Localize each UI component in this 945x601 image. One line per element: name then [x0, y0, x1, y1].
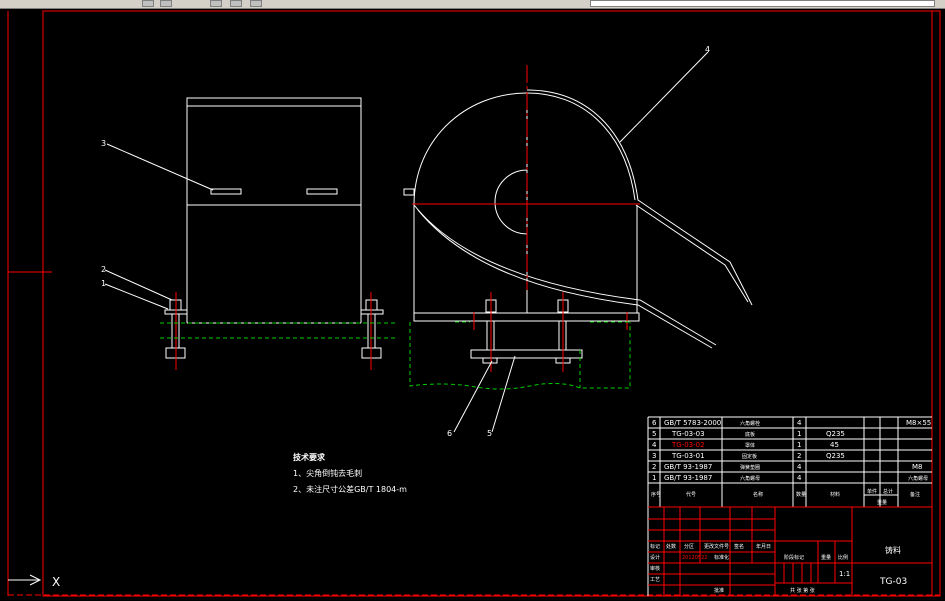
title-block-text: 标记 处数 分区 更改文件号 签名 年月日 设计 20120522 标准化 审核… — [650, 543, 907, 594]
bom-row-6-qty: 4 — [797, 419, 802, 427]
bom-row-4-material: 45 — [830, 441, 839, 449]
bom-header-weight: 重量 — [877, 499, 887, 506]
tb-review: 审核 — [650, 565, 660, 572]
bom-row-5-qty: 1 — [797, 430, 801, 438]
side-view-centerlines — [412, 65, 640, 372]
tb-process: 工艺 — [650, 577, 660, 583]
balloon-3: 3 — [101, 139, 106, 148]
bom-header-material: 材料 — [830, 491, 840, 498]
bom-row-5-no: 5 — [652, 430, 656, 438]
bom-row-2-name: 弹簧垫圈 — [740, 464, 760, 471]
tb-standard: 标准化 — [714, 554, 729, 561]
tb-label-date: 年月日 — [756, 543, 771, 550]
bom-row-6-note: M8×55 — [906, 419, 931, 427]
bom-row-4-no: 4 — [652, 441, 657, 449]
bom-rows: 6 GB/T 5783-2000 六角螺栓 4 M8×55 5 TG-03-03… — [651, 419, 931, 506]
bom-row-3-name: 固定板 — [742, 453, 757, 460]
tb-design: 设计 — [650, 554, 660, 561]
tb-design-value: 20120522 — [682, 555, 707, 561]
bom-row-1-name: 六角螺母 — [740, 475, 760, 482]
tech-req-line-1: 1、尖角倒钝去毛刺 — [293, 468, 362, 478]
drawing-frame — [7, 10, 941, 597]
tech-req-heading: 技术要求 — [293, 452, 326, 462]
bom-row-3-qty: 2 — [797, 452, 801, 460]
ucs-x-label: X — [52, 575, 60, 589]
bom-row-5-name: 底板 — [745, 431, 755, 438]
bom-row-6-no: 6 — [652, 419, 657, 427]
side-view-hidden — [409, 321, 631, 390]
balloon-5: 5 — [487, 429, 492, 438]
tb-label-mark: 标记 — [650, 543, 660, 550]
ucs-icon — [8, 574, 42, 586]
tb-label-zone: 分区 — [684, 543, 694, 550]
bom-header-name: 名称 — [753, 491, 763, 498]
tech-req-line-2: 2、未注尺寸公差GB/T 1804-m — [293, 484, 407, 494]
bom-row-1-code: GB/T 93-1987 — [664, 474, 712, 482]
bom-row-3-code: TG-03-01 — [671, 452, 705, 460]
bom-row-4-qty: 1 — [797, 441, 801, 449]
bom-header-no: 序号 — [651, 491, 661, 498]
balloon-2: 2 — [101, 265, 106, 274]
bom-row-1-qty: 4 — [797, 474, 802, 482]
bom-row-5-code: TG-03-03 — [671, 430, 705, 438]
tb-label-sign: 签名 — [734, 543, 744, 550]
bom-row-6-code: GB/T 5783-2000 — [664, 419, 721, 427]
tb-drawing-name: 铸料 — [885, 545, 901, 555]
bom-header-unit: 单件 — [867, 488, 877, 495]
bom-row-6-name: 六角螺栓 — [740, 420, 760, 427]
bom-row-3-no: 3 — [652, 452, 656, 460]
bom-header-note: 备注 — [910, 491, 920, 498]
balloon-6: 6 — [447, 429, 452, 438]
front-view — [164, 97, 384, 359]
tb-scale-value: 1:1 — [839, 570, 850, 578]
tb-label-count: 处数 — [666, 543, 676, 550]
bom-row-2-no: 2 — [652, 463, 656, 471]
front-view-centerlines — [175, 292, 372, 370]
bom-row-4-code: TG-03-02 — [671, 441, 705, 449]
bom-row-4-name: 罩体 — [745, 442, 755, 449]
tb-label-change-doc: 更改文件号 — [704, 543, 729, 550]
balloon-4: 4 — [705, 45, 710, 54]
bom-header-total: 总计 — [883, 488, 893, 495]
tb-weight: 重量 — [821, 554, 831, 561]
bom-row-2-qty: 4 — [797, 463, 802, 471]
bom-header-code: 代号 — [686, 491, 696, 498]
bom-row-2-note: M8 — [912, 463, 923, 471]
tb-stage: 阶段标记 — [784, 554, 804, 561]
bom-row-1-no: 1 — [652, 474, 656, 482]
front-view-hidden — [160, 322, 395, 339]
bom-row-2-code: GB/T 93-1987 — [664, 463, 712, 471]
tb-sheet: 共 张 第 张 — [790, 587, 815, 594]
leader-lines — [104, 51, 709, 433]
drawing-canvas[interactable]: 3 2 1 4 6 5 技术要求 1、尖角倒钝去毛刺 2、未注尺寸公差GB/T … — [0, 0, 945, 601]
balloon-1: 1 — [101, 279, 106, 288]
bom-row-3-material: Q235 — [826, 452, 845, 460]
bom-header-qty: 数量 — [796, 491, 806, 498]
tb-drawing-number: TG-03 — [879, 577, 907, 587]
bom-row-1-note: 六角螺母 — [908, 475, 928, 482]
tb-scale: 比例 — [838, 554, 848, 561]
tb-approve: 批准 — [714, 587, 724, 594]
bom-row-5-material: Q235 — [826, 430, 845, 438]
